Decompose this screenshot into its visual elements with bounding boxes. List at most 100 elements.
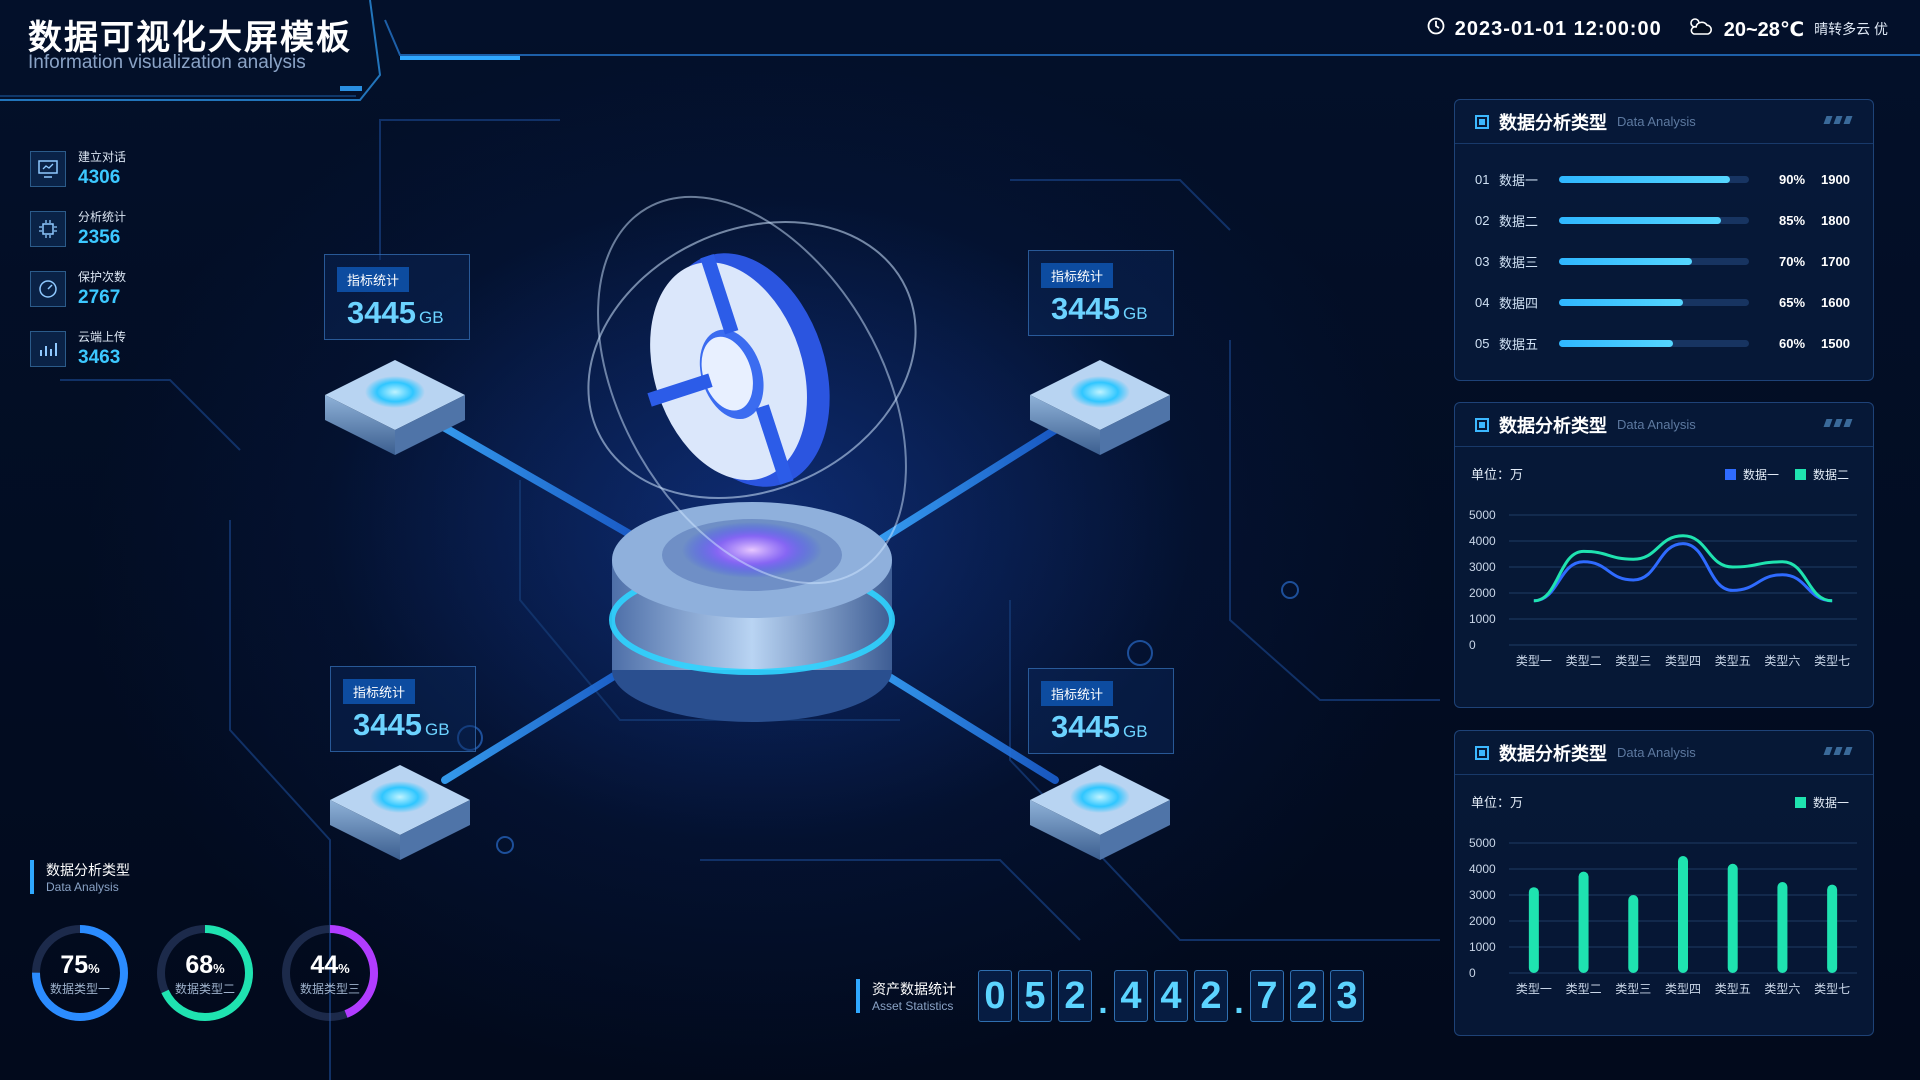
metric-card-unit: GB	[1123, 304, 1148, 323]
y-tick-label: 4000	[1469, 862, 1496, 876]
y-tick-label: 5000	[1469, 836, 1496, 850]
ranking-row: 03 数据三 70% 1700	[1475, 252, 1855, 271]
ring-percent: 44%	[310, 951, 350, 979]
chart-unit-label: 单位：万	[1471, 795, 1523, 810]
bar-chart: 单位：万 5000 4000 3000 2000 1000 0 类型一 类型二 类型三 类型四 类型五…	[1469, 795, 1857, 996]
rank-name: 数据一	[1499, 173, 1539, 188]
ring-label: 数据类型二	[174, 982, 235, 996]
bar	[1628, 895, 1639, 973]
stat-value: 2356	[78, 227, 121, 248]
panel-header: 数据分析类型 Data Analysis	[1455, 100, 1873, 144]
rank-count: 1500	[1821, 336, 1850, 351]
counter-digit: 3	[1330, 970, 1364, 1022]
rank-progress-fill	[1559, 176, 1730, 183]
rank-index: 05	[1475, 336, 1490, 351]
counter-digit: 4	[1114, 970, 1148, 1022]
bar	[1727, 863, 1738, 973]
rank-count: 1600	[1821, 295, 1850, 310]
gauge-icon	[30, 270, 66, 307]
panel-header: 数据分析类型 Data Analysis	[1455, 731, 1873, 775]
counter-digit: 2	[1194, 970, 1228, 1022]
percent-ring: 75% 数据类型一	[30, 923, 130, 1023]
rank-progress-fill	[1559, 258, 1692, 265]
x-tick-label: 类型四	[1665, 654, 1701, 668]
top-status-bar: 2023-01-01 12:00:00 20~28℃ 晴转多云 优	[1427, 16, 1888, 42]
y-tick-label: 3000	[1469, 888, 1496, 902]
rank-count: 1900	[1821, 172, 1850, 187]
chip-icon	[30, 210, 66, 247]
bar	[1777, 882, 1788, 973]
metric-card[interactable]: 指标统计 3445 GB	[324, 254, 470, 340]
donut-logo-icon	[647, 253, 830, 487]
rank-index: 01	[1475, 172, 1490, 187]
metric-card[interactable]: 指标统计 3445 GB	[330, 666, 476, 752]
y-tick-label: 2000	[1469, 586, 1496, 600]
rank-progress-track	[1559, 258, 1749, 265]
ring-percent: 68%	[185, 951, 225, 979]
y-tick-label: 1000	[1469, 940, 1496, 954]
rank-progress-fill	[1559, 299, 1683, 306]
counter-separator: .	[1098, 983, 1108, 1021]
panel-square-icon	[1475, 417, 1489, 432]
rank-progress-fill	[1559, 217, 1721, 224]
rank-index: 04	[1475, 295, 1490, 310]
pad-top-left	[325, 360, 465, 455]
x-tick-label: 类型七	[1814, 654, 1850, 668]
counter-digit: 2	[1058, 970, 1092, 1022]
legend-label: 数据一	[1743, 467, 1779, 482]
y-tick-label: 1000	[1469, 612, 1496, 626]
ranking-panel: 数据分析类型 Data Analysis 01 数据一 90% 1900 02 数据二 85…	[1454, 99, 1874, 381]
counter-digit: 4	[1154, 970, 1188, 1022]
stat-item: 分析统计 2356	[30, 208, 126, 249]
y-tick-label: 3000	[1469, 560, 1496, 574]
rank-progress-fill	[1559, 340, 1673, 347]
y-tick-label: 0	[1469, 966, 1476, 980]
ring-label: 数据类型三	[299, 982, 360, 996]
panel-title: 数据分析类型	[1499, 112, 1607, 133]
asset-counter: 052.442.723	[978, 970, 1364, 1022]
rank-percent: 85%	[1779, 213, 1806, 228]
section-subtitle: Data Analysis	[46, 880, 119, 894]
chart-bars-icon	[30, 330, 66, 367]
x-tick-label: 类型二	[1566, 982, 1602, 996]
legend-swatch	[1795, 469, 1806, 480]
counter-digit: 0	[978, 970, 1012, 1022]
x-tick-label: 类型四	[1665, 982, 1701, 996]
x-tick-label: 类型一	[1516, 982, 1552, 996]
temperature: 20~28℃	[1723, 18, 1805, 41]
ranking-row: 01 数据一 90% 1900	[1475, 170, 1855, 189]
metric-card-value: 3445	[1051, 291, 1120, 326]
metric-card[interactable]: 指标统计 3445 GB	[1028, 668, 1174, 754]
counter-digit: 5	[1018, 970, 1052, 1022]
percent-ring: 44% 数据类型三	[280, 923, 380, 1023]
counter-digit: 7	[1250, 970, 1284, 1022]
bar	[1827, 884, 1838, 973]
rank-name: 数据二	[1499, 214, 1539, 229]
rank-name: 数据五	[1499, 337, 1539, 352]
ranking-row: 02 数据二 85% 1800	[1475, 211, 1855, 230]
y-tick-label: 5000	[1469, 508, 1496, 522]
metric-card-value: 3445	[347, 295, 416, 330]
stat-item: 云端上传 3463	[30, 328, 126, 369]
stat-item: 建立对话 4306	[30, 148, 126, 189]
panel-subtitle: Data Analysis	[1617, 745, 1696, 760]
panel-square-icon	[1475, 745, 1489, 760]
legend-swatch	[1795, 797, 1806, 808]
metric-card[interactable]: 指标统计 3445 GB	[1028, 250, 1174, 336]
weather-text: 晴转多云 优	[1814, 21, 1888, 37]
percent-ring: 68% 数据类型二	[155, 923, 255, 1023]
asset-subtitle-text: Asset Statistics	[872, 999, 954, 1013]
metric-card-unit: GB	[419, 308, 444, 327]
ranking-row: 04 数据四 65% 1600	[1475, 293, 1855, 312]
ring-label: 数据类型一	[49, 982, 110, 996]
panel-dots-icon	[1823, 419, 1853, 427]
asset-title-text: 资产数据统计	[872, 981, 956, 997]
metric-card-tag: 指标统计	[337, 267, 410, 292]
bar-chart-panel: 数据分析类型 Data Analysis 单位：万 5000 4000 3000 200…	[1454, 730, 1874, 1036]
x-tick-label: 类型五	[1715, 982, 1751, 996]
x-tick-label: 类型六	[1764, 982, 1800, 996]
clock-icon	[1427, 17, 1445, 41]
panel-title: 数据分析类型	[1499, 743, 1607, 764]
x-tick-label: 类型六	[1764, 654, 1800, 668]
legend-label: 数据二	[1813, 467, 1849, 482]
